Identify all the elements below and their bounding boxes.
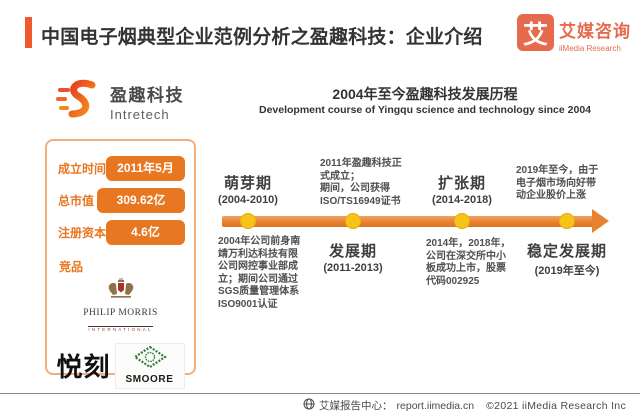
phase-seed-name: 萌芽期: [198, 172, 298, 193]
title-accent-bar: [25, 17, 32, 48]
timeline-title: 2004年至今盈趣科技发展历程: [210, 84, 640, 104]
phase-seed-period: (2004-2010): [198, 194, 298, 206]
phase-growth-period: (2011-2013): [303, 262, 403, 274]
fact-label-founded: 成立时间: [58, 160, 106, 177]
philip-morris-name: PHILIP MORRIS: [47, 309, 194, 319]
footer-copyright: ©2021 iiMedia Research Inc: [486, 400, 626, 412]
phase-stable-note: 2019年至今，由于 电子烟市场向好带 动企业股价上涨: [516, 165, 628, 203]
philip-morris-crest-icon: [105, 290, 137, 307]
timeline-arrow-bar: [222, 216, 594, 227]
fact-label-capital: 注册资本: [58, 224, 106, 241]
smoore-wreath-icon: [133, 346, 167, 373]
timeline-dot-2: [345, 213, 361, 229]
fact-row-marketcap: 总市值 309.62亿: [47, 188, 194, 213]
relx-logo: 悦刻: [56, 347, 110, 384]
phase-expansion-period: (2014-2018): [412, 194, 512, 206]
development-timeline: 2004年至今盈趣科技发展历程 Development course of Yi…: [210, 0, 640, 400]
footer-url-link[interactable]: report.iimedia.cn: [397, 400, 475, 412]
intretech-name-cn: 盈趣科技: [110, 81, 184, 106]
timeline-arrowhead-icon: [592, 209, 609, 233]
phase-seed: 萌芽期 (2004-2010): [198, 172, 298, 206]
footer-label: 艾媒报告中心：: [319, 398, 393, 413]
fact-value-capital: 4.6亿: [106, 220, 185, 245]
smoore-name: SMOORE: [125, 374, 173, 385]
phase-growth: 发展期 (2011-2013): [303, 240, 403, 274]
fact-row-founded: 成立时间 2011年5月: [47, 156, 194, 181]
intretech-swirl-icon: [56, 78, 102, 125]
competitor-logo-row: 悦刻 SMOORE: [47, 343, 194, 389]
intretech-logo: 盈趣科技 Intretech: [56, 78, 184, 125]
timeline-dot-1: [240, 213, 256, 229]
fact-row-capital: 注册资本 4.6亿: [47, 220, 194, 245]
footer-divider: [0, 393, 640, 394]
phase-stable-name: 稳定发展期: [507, 240, 627, 261]
phase-stable: 稳定发展期 (2019年至今): [507, 240, 627, 278]
company-facts-card: 成立时间 2011年5月 总市值 309.62亿 注册资本 4.6亿 竞品: [45, 139, 196, 375]
fact-value-founded: 2011年5月: [106, 156, 185, 181]
fact-value-marketcap: 309.62亿: [97, 188, 185, 213]
intretech-logo-text: 盈趣科技 Intretech: [110, 81, 184, 122]
phase-growth-name: 发展期: [303, 240, 403, 261]
fact-label-marketcap: 总市值: [58, 192, 94, 209]
intretech-name-en: Intretech: [110, 107, 184, 122]
report-slide: 中国电子烟典型企业范例分析之盈趣科技：企业介绍 艾 艾媒咨询 iiMedia R…: [0, 0, 640, 416]
phase-expansion: 扩张期 (2014-2018): [412, 172, 512, 206]
competitors-label: 竞品: [59, 258, 194, 275]
philip-morris-sub: INTERNATIONAL: [88, 326, 152, 333]
phase-stable-period: (2019年至今): [507, 262, 627, 278]
timeline-subtitle: Development course of Yingqu science and…: [210, 104, 640, 116]
timeline-dot-4: [559, 213, 575, 229]
smoore-logo: SMOORE: [115, 343, 185, 389]
timeline-dot-3: [454, 213, 470, 229]
globe-icon: [303, 398, 315, 413]
phase-growth-note: 2011年盈趣科技正 式成立； 期间，公司获得 ISO/TS16949证书: [320, 158, 424, 208]
phase-expansion-name: 扩张期: [412, 172, 512, 193]
philip-morris-logo: PHILIP MORRIS INTERNATIONAL: [47, 277, 194, 335]
footer: 艾媒报告中心： report.iimedia.cn ©2021 iiMedia …: [303, 398, 626, 413]
